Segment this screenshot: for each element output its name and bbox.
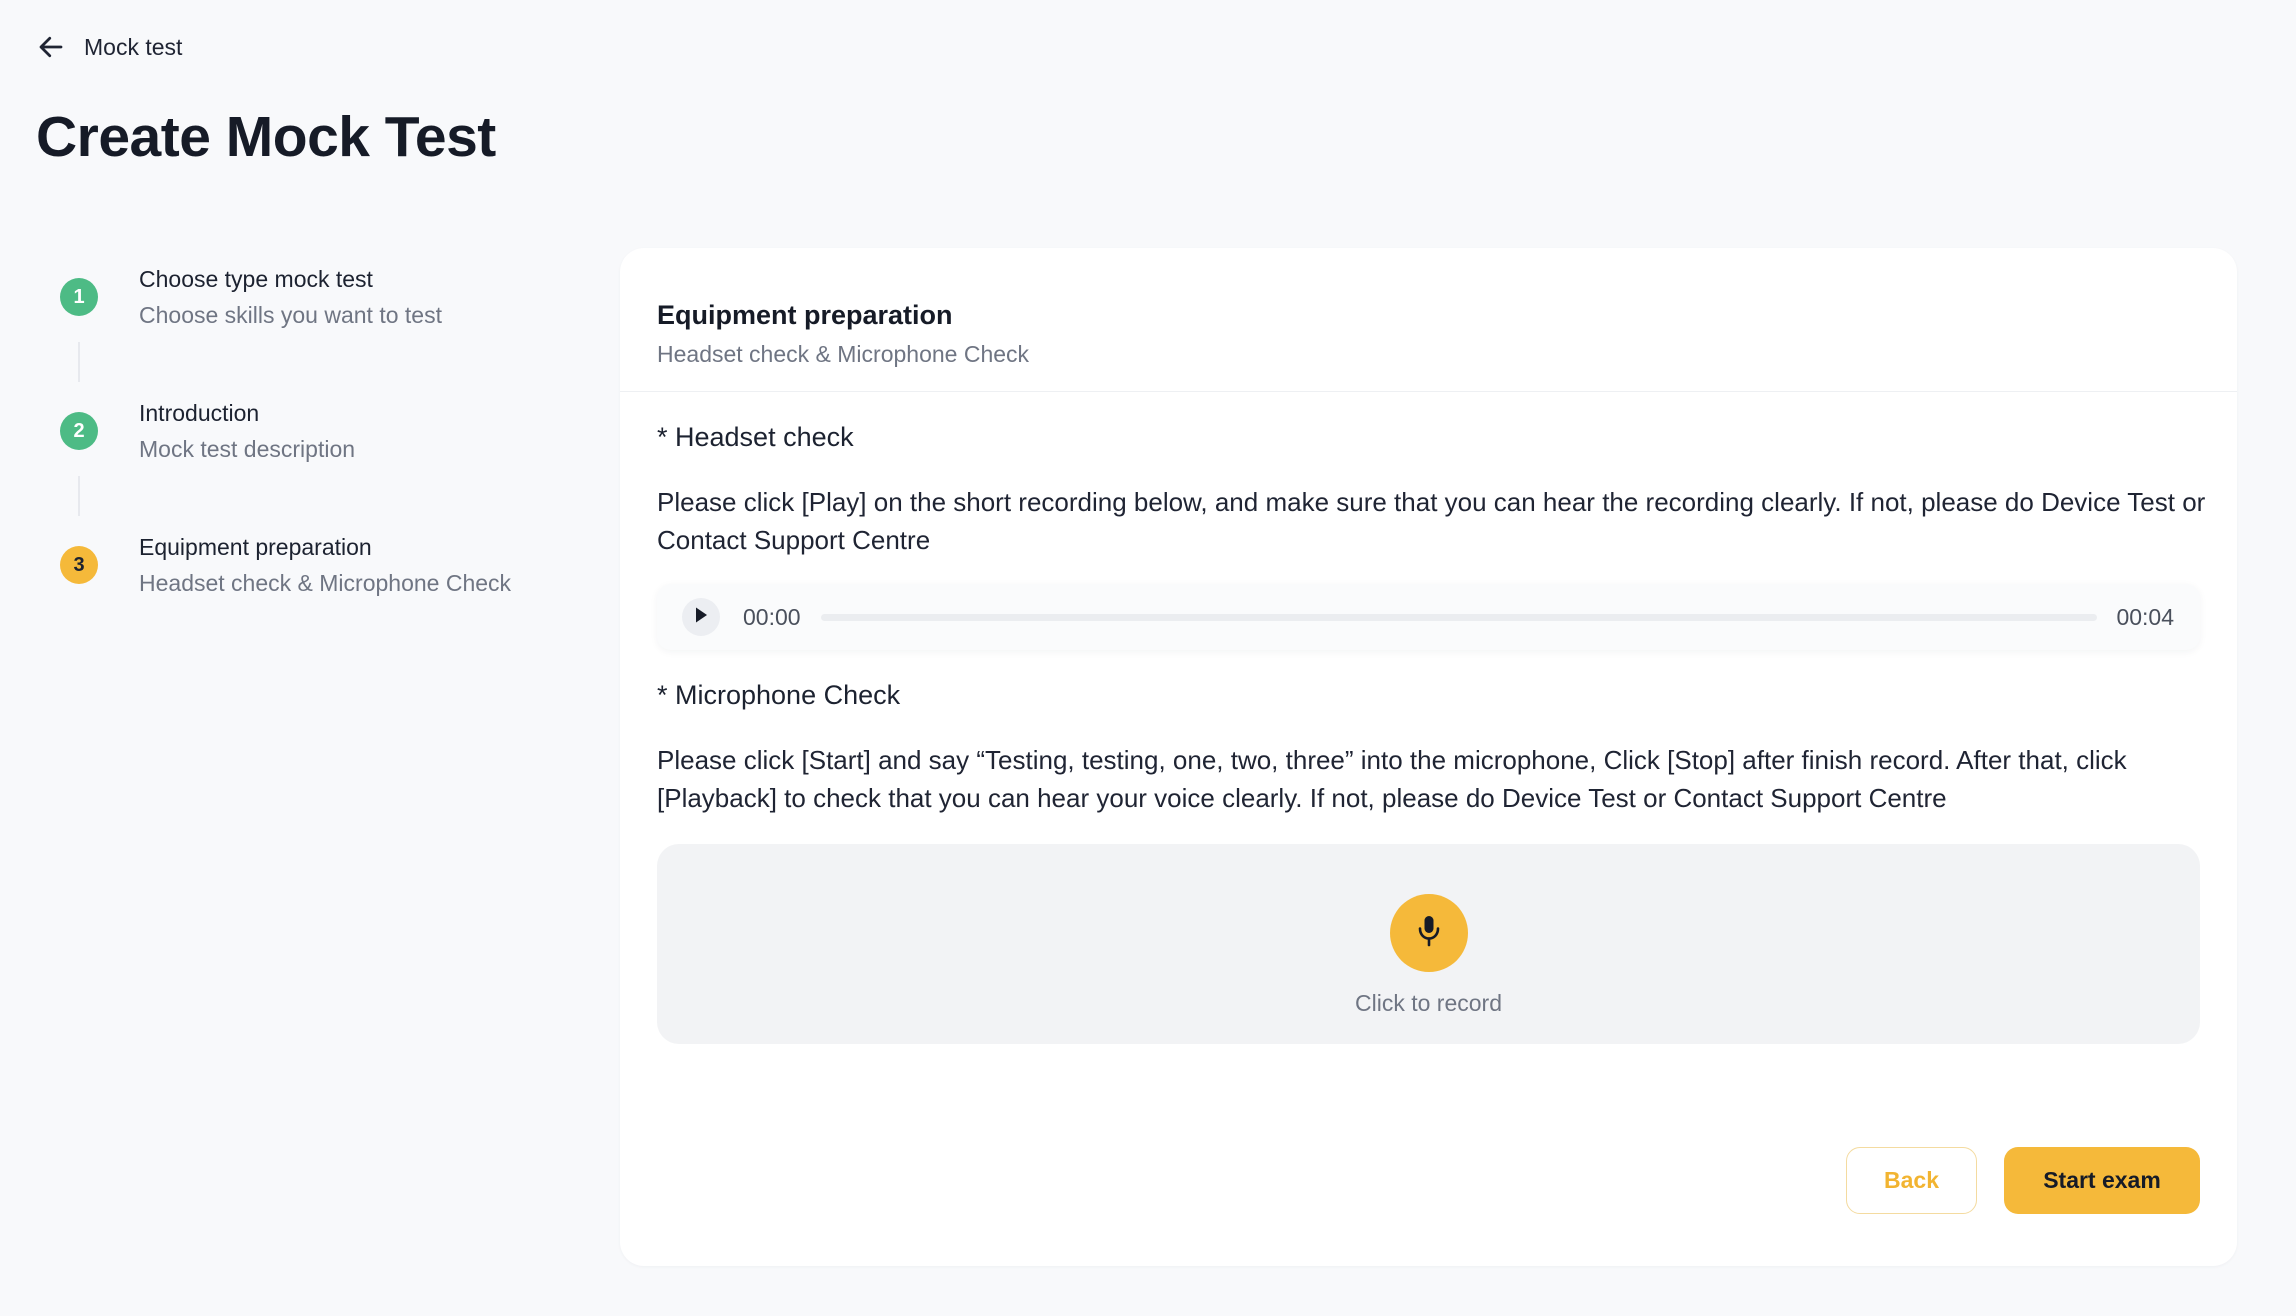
step-subtitle: Headset check & Microphone Check bbox=[139, 570, 512, 596]
audio-duration: 00:04 bbox=[2116, 604, 2174, 630]
back-nav[interactable]: Mock test bbox=[36, 32, 182, 62]
microphone-instructions: Please click [Start] and say “Testing, t… bbox=[657, 745, 2127, 813]
step-title: Equipment preparation bbox=[139, 534, 372, 560]
page-title: Create Mock Test bbox=[36, 105, 496, 169]
card-subtitle: Headset check & Microphone Check bbox=[657, 341, 1030, 367]
step-number-badge: 1 bbox=[60, 278, 98, 316]
step-equipment-preparation[interactable]: 3 Equipment preparation Headset check & … bbox=[60, 530, 580, 664]
stepper: 1 Choose type mock test Choose skills yo… bbox=[60, 262, 580, 664]
headset-check-label: * Headset check bbox=[657, 422, 854, 452]
audio-progress-track[interactable] bbox=[821, 614, 2097, 621]
step-subtitle: Mock test description bbox=[139, 436, 356, 462]
play-button[interactable] bbox=[682, 598, 720, 636]
step-connector bbox=[78, 476, 80, 516]
card-header: Equipment preparation Headset check & Mi… bbox=[620, 248, 2237, 392]
step-number-badge: 2 bbox=[60, 412, 98, 450]
step-connector bbox=[78, 342, 80, 382]
step-choose-type[interactable]: 1 Choose type mock test Choose skills yo… bbox=[60, 262, 580, 396]
record-panel: Click to record bbox=[657, 844, 2200, 1044]
headset-instructions: Please click [Play] on the short recordi… bbox=[657, 487, 2206, 555]
microphone-check-label: * Microphone Check bbox=[657, 680, 901, 710]
step-title: Introduction bbox=[139, 400, 260, 426]
audio-current-time: 00:00 bbox=[743, 604, 801, 630]
equipment-card: Equipment preparation Headset check & Mi… bbox=[620, 248, 2237, 1266]
record-button[interactable] bbox=[1390, 894, 1468, 972]
audio-player: 00:00 00:04 bbox=[657, 584, 2200, 650]
step-introduction[interactable]: 2 Introduction Mock test description bbox=[60, 396, 580, 530]
play-icon bbox=[693, 606, 709, 629]
step-title: Choose type mock test bbox=[139, 266, 373, 292]
start-exam-button[interactable]: Start exam bbox=[2004, 1147, 2200, 1214]
back-nav-label: Mock test bbox=[84, 33, 183, 60]
microphone-icon bbox=[1416, 914, 1442, 953]
step-subtitle: Choose skills you want to test bbox=[139, 302, 442, 328]
back-button[interactable]: Back bbox=[1846, 1147, 1977, 1214]
step-number-badge: 3 bbox=[60, 546, 98, 584]
card-title: Equipment preparation bbox=[657, 300, 953, 330]
arrow-left-icon bbox=[36, 32, 66, 62]
record-label: Click to record bbox=[1355, 990, 1502, 1016]
